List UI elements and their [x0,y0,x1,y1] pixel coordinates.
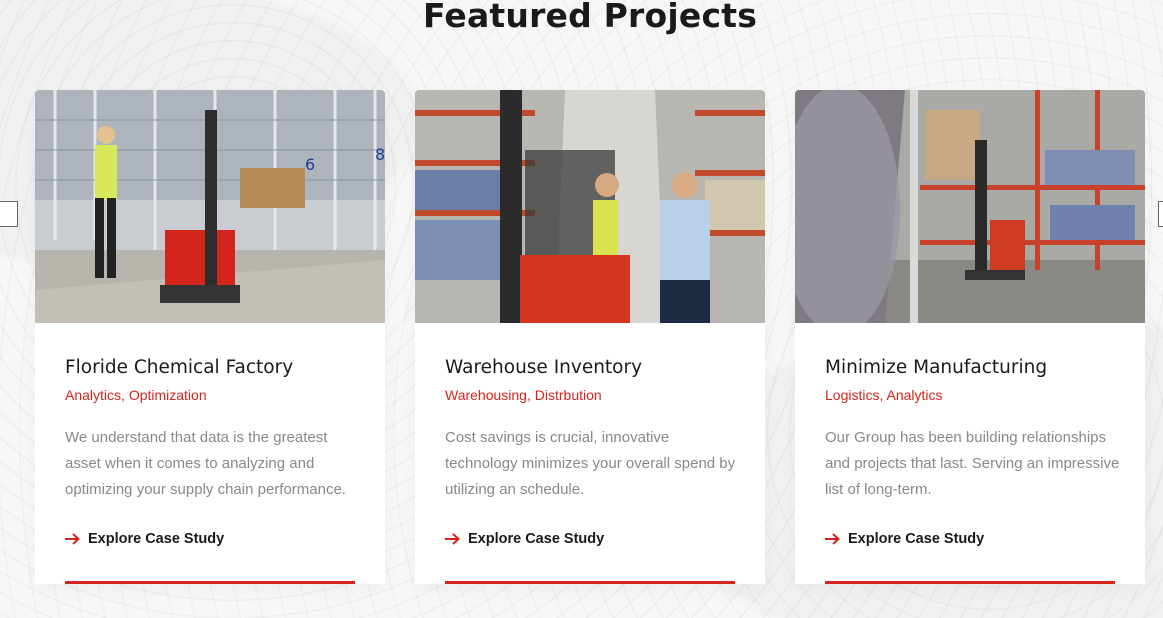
card-title[interactable]: Warehouse Inventory [445,357,735,378]
card-tag[interactable]: Analytics [65,387,121,403]
card-accent-bar [445,581,735,584]
explore-link-label: Explore Case Study [88,531,225,547]
carousel-prev-button[interactable] [0,201,18,227]
card-tag[interactable]: Logistics [825,387,879,403]
card-tags: AnalyticsOptimization [65,387,355,403]
explore-case-study-link[interactable]: Explore Case Study [65,531,355,547]
card-tags: WarehousingDistrbution [445,387,735,403]
svg-text:6: 6 [305,155,315,174]
card-tags: LogisticsAnalytics [825,387,1115,403]
card-tag[interactable]: Warehousing [445,387,527,403]
warehouse-photo-icon[interactable]: 6 8 [35,90,385,323]
explore-case-study-link[interactable]: Explore Case Study [445,531,735,547]
pallet-rack-photo-icon[interactable] [795,90,1145,323]
project-card: Minimize Manufacturing LogisticsAnalytic… [795,90,1145,584]
explore-link-label: Explore Case Study [848,531,985,547]
arrow-right-icon [825,533,840,545]
card-tag[interactable]: Distrbution [527,387,602,403]
explore-link-label: Explore Case Study [468,531,605,547]
card-description: Our Group has been building relationship… [825,429,1120,498]
card-title[interactable]: Minimize Manufacturing [825,357,1115,378]
card-title[interactable]: Floride Chemical Factory [65,357,355,378]
carousel-next-button[interactable] [1158,201,1163,227]
card-accent-bar [65,581,355,584]
arrow-right-icon [65,533,80,545]
project-card: 6 8 Floride Chemical Factory AnalyticsOp… [35,90,385,584]
card-description: Cost savings is crucial, innovative tech… [445,429,736,498]
section-title: Featured Projects [422,0,758,35]
card-tag[interactable]: Analytics [879,387,942,403]
card-accent-bar [825,581,1115,584]
card-photo [415,90,765,323]
explore-case-study-link[interactable]: Explore Case Study [825,531,1115,547]
card-photo: 6 8 [35,90,385,323]
card-description: We understand that data is the greatest … [65,429,346,498]
card-photo [795,90,1145,323]
svg-text:8: 8 [375,145,385,164]
card-tag[interactable]: Optimization [121,387,207,403]
forklift-photo-icon[interactable] [415,90,765,323]
project-card: Warehouse Inventory WarehousingDistrbuti… [415,90,765,584]
arrow-right-icon [445,533,460,545]
